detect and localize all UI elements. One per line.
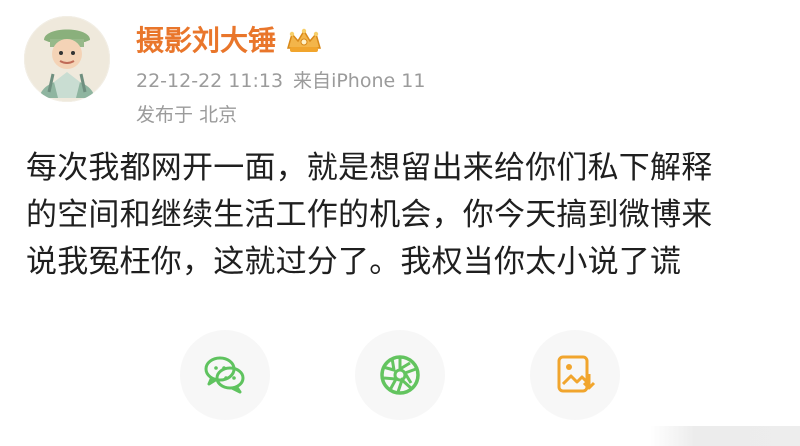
timestamp: 22-12-22 11:13: [136, 70, 284, 92]
moments-share-button[interactable]: [355, 330, 445, 420]
bottom-strip: [650, 426, 800, 446]
avatar[interactable]: [24, 16, 110, 102]
wechat-share-button[interactable]: [180, 330, 270, 420]
moments-icon: [380, 355, 420, 395]
wechat-icon: [204, 356, 245, 394]
post-meta: 22-12-22 11:13 来自iPhone 11: [136, 72, 425, 91]
username[interactable]: 摄影刘大锤: [136, 27, 276, 55]
save-image-icon: [557, 355, 596, 393]
post-line-2: 的空间和继续生活工作的机会，你今天搞到微博来: [26, 197, 713, 233]
post-line-1: 每次我都网开一面，就是想留出来给你们私下解释: [26, 150, 713, 186]
save-image-button[interactable]: [530, 330, 620, 420]
device-name: iPhone 11: [331, 70, 426, 92]
location-meta: 发布于 北京: [136, 106, 237, 125]
post-line-3: 说我冤枉你，这就过分了。我权当你太小说了谎: [26, 244, 682, 280]
location-prefix: 发布于: [136, 104, 194, 126]
location-name: 北京: [199, 104, 238, 126]
username-row[interactable]: 摄影刘大锤: [136, 26, 324, 56]
crown-badge-icon: [284, 26, 324, 56]
post-body: 每次我都网开一面，就是想留出来给你们私下解释 的空间和继续生活工作的机会，你今天…: [26, 145, 776, 286]
avatar-illustration: [24, 16, 110, 102]
source-prefix: 来自: [293, 70, 332, 92]
